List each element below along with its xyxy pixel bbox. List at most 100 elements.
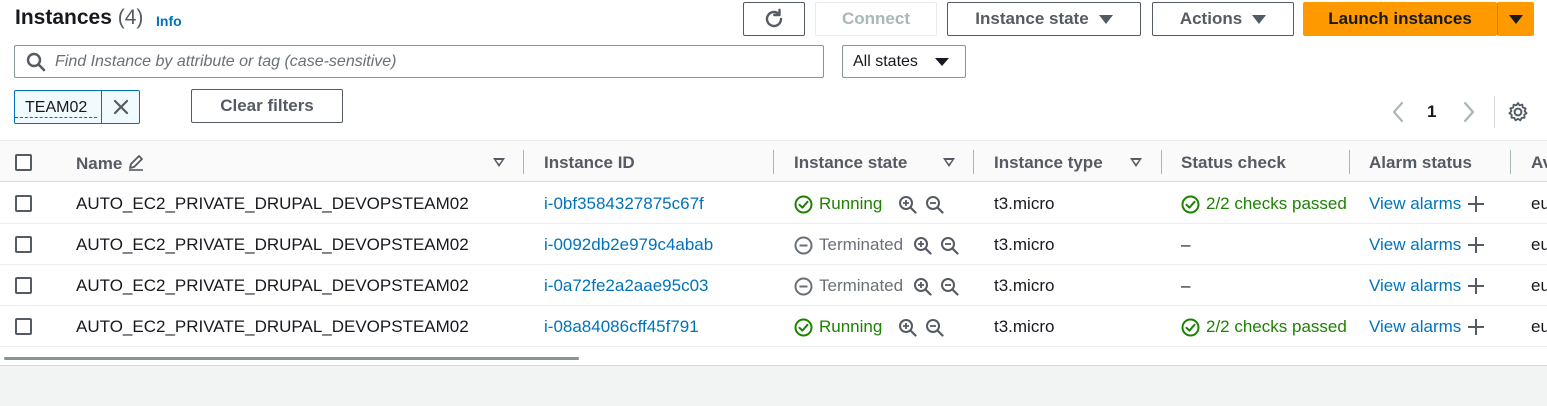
column-separator	[1349, 150, 1350, 174]
launch-instances-button[interactable]: Launch instances	[1303, 2, 1497, 36]
search-input[interactable]	[55, 52, 795, 71]
filter-token-label[interactable]: TEAM02	[15, 99, 98, 118]
column-availability-zone[interactable]: Av	[1531, 153, 1547, 173]
instance-id-link[interactable]: i-08a84086cff45f791	[544, 317, 699, 337]
stopped-icon	[794, 277, 813, 295]
actions-button[interactable]: Actions	[1152, 2, 1294, 36]
search-box	[14, 45, 824, 78]
select-all-checkbox[interactable]	[15, 154, 32, 171]
instance-name: AUTO_EC2_PRIVATE_DRUPAL_DEVOPSTEAM02	[76, 276, 469, 295]
column-name-label: Name	[76, 154, 123, 173]
states-select-value: All states	[853, 52, 918, 70]
instance-name: AUTO_EC2_PRIVATE_DRUPAL_DEVOPSTEAM02	[76, 194, 469, 213]
alarm-status: View alarms	[1369, 194, 1485, 214]
instance-state-button[interactable]: Instance state	[947, 2, 1141, 36]
column-instance-state[interactable]: Instance state	[794, 153, 907, 173]
column-alarm-status[interactable]: Alarm status	[1369, 153, 1472, 173]
row-checkbox[interactable]	[15, 236, 32, 253]
horizontal-scrollbar[interactable]	[4, 357, 579, 360]
table-row[interactable]: AUTO_EC2_PRIVATE_DRUPAL_DEVOPSTEAM02 i-0…	[0, 183, 1547, 224]
instance-id-link[interactable]: i-0a72fe2a2aae95c03	[544, 276, 708, 296]
plus-icon[interactable]	[1467, 236, 1485, 254]
instance-type: t3.micro	[994, 276, 1055, 295]
instance-state-text: Running	[819, 317, 883, 336]
table-row[interactable]: AUTO_EC2_PRIVATE_DRUPAL_DEVOPSTEAM02 i-0…	[0, 306, 1547, 347]
view-alarms-link[interactable]: View alarms	[1369, 317, 1461, 337]
availability-zone: eu	[1531, 194, 1547, 213]
column-separator	[973, 150, 974, 174]
instance-state: Terminated	[794, 276, 959, 296]
column-name[interactable]: Name	[76, 153, 145, 174]
clear-filters-button[interactable]: Clear filters	[191, 89, 343, 123]
plus-icon[interactable]	[1467, 277, 1485, 295]
column-status-check[interactable]: Status check	[1181, 153, 1286, 173]
pagination-divider	[1494, 96, 1495, 128]
launch-instances-dropdown[interactable]	[1497, 2, 1534, 36]
alarm-status: View alarms	[1369, 317, 1485, 337]
chevron-left-icon[interactable]	[1391, 101, 1405, 123]
status-check-text: –	[1181, 276, 1191, 295]
zoom-out-icon[interactable]	[940, 277, 959, 296]
instance-name: AUTO_EC2_PRIVATE_DRUPAL_DEVOPSTEAM02	[76, 235, 469, 254]
sort-caret-icon[interactable]	[493, 158, 505, 167]
success-check-icon	[794, 195, 813, 213]
instance-state-text: Terminated	[819, 276, 904, 295]
column-separator	[773, 150, 774, 174]
column-separator	[1510, 150, 1511, 174]
remove-filter-button[interactable]	[101, 91, 139, 123]
zoom-out-icon[interactable]	[940, 236, 959, 255]
states-select[interactable]: All states	[842, 45, 966, 78]
table-row[interactable]: AUTO_EC2_PRIVATE_DRUPAL_DEVOPSTEAM02 i-0…	[0, 265, 1547, 306]
page-title: Instances (4)	[15, 6, 143, 30]
close-icon	[113, 99, 128, 115]
settings-gear-icon[interactable]	[1507, 101, 1529, 123]
success-check-icon	[1181, 195, 1200, 213]
zoom-out-icon[interactable]	[925, 318, 944, 337]
plus-icon[interactable]	[1467, 318, 1485, 336]
status-check: 2/2 checks passed	[1181, 317, 1349, 337]
sort-caret-icon[interactable]	[1130, 158, 1142, 167]
connect-button[interactable]: Connect	[815, 2, 937, 36]
view-alarms-link[interactable]: View alarms	[1369, 276, 1461, 296]
success-check-icon	[794, 318, 813, 336]
view-alarms-link[interactable]: View alarms	[1369, 194, 1461, 214]
chevron-right-icon[interactable]	[1462, 101, 1476, 123]
alarm-status: View alarms	[1369, 235, 1485, 255]
success-check-icon	[1181, 318, 1200, 336]
zoom-in-icon[interactable]	[913, 236, 932, 255]
connect-label: Connect	[842, 9, 910, 28]
zoom-in-icon[interactable]	[898, 318, 917, 337]
column-separator	[1161, 150, 1162, 174]
plus-icon[interactable]	[1467, 195, 1485, 213]
instance-type: t3.micro	[994, 194, 1055, 213]
clear-filters-label: Clear filters	[220, 96, 314, 115]
column-instance-type[interactable]: Instance type	[994, 153, 1103, 173]
page-number[interactable]: 1	[1427, 102, 1436, 122]
instance-id-link[interactable]: i-0092db2e979c4abab	[544, 235, 713, 255]
instance-state: Running	[794, 317, 944, 337]
actions-label: Actions	[1179, 9, 1243, 28]
availability-zone: eu	[1531, 276, 1547, 295]
zoom-out-icon[interactable]	[925, 195, 944, 214]
alarm-status: View alarms	[1369, 276, 1485, 296]
zoom-in-icon[interactable]	[913, 277, 932, 296]
row-checkbox[interactable]	[15, 318, 32, 335]
instance-id-link[interactable]: i-0bf3584327875c67f	[544, 194, 704, 214]
availability-zone: eu	[1531, 317, 1547, 336]
availability-zone: eu	[1531, 235, 1547, 254]
instance-state-label: Instance state	[975, 9, 1089, 28]
view-alarms-link[interactable]: View alarms	[1369, 235, 1461, 255]
info-link[interactable]: Info	[156, 13, 182, 29]
column-instance-id[interactable]: Instance ID	[544, 153, 635, 173]
instance-state-text: Running	[819, 194, 883, 213]
status-check: 2/2 checks passed	[1181, 194, 1349, 214]
sort-caret-icon[interactable]	[943, 158, 955, 167]
edit-icon	[129, 155, 144, 171]
table-row[interactable]: AUTO_EC2_PRIVATE_DRUPAL_DEVOPSTEAM02 i-0…	[0, 224, 1547, 265]
row-checkbox[interactable]	[15, 277, 32, 294]
search-icon	[26, 52, 46, 71]
zoom-in-icon[interactable]	[898, 195, 917, 214]
refresh-button[interactable]	[743, 2, 805, 36]
row-checkbox[interactable]	[15, 195, 32, 212]
instance-type: t3.micro	[994, 317, 1055, 336]
